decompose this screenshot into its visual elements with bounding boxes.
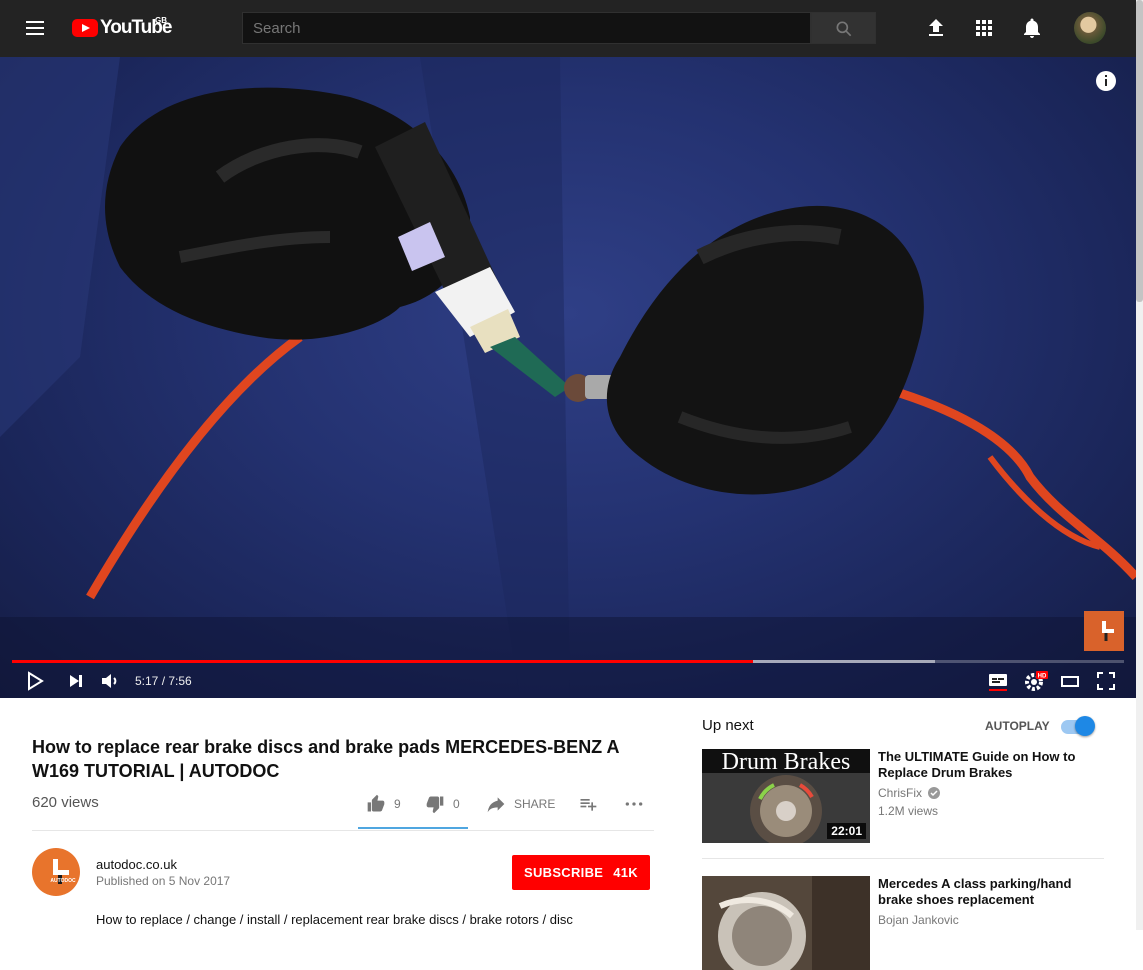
fullscreen-icon[interactable] [1094,669,1118,693]
autoplay-label: AUTOPLAY [985,719,1050,733]
thumbs-up-icon [367,794,385,812]
like-count: 9 [394,797,401,811]
region-code: GB [155,16,167,25]
add-to-playlist-button[interactable] [578,786,606,822]
play-icon[interactable] [22,669,46,693]
channel-avatar[interactable]: AUTODOC [32,848,80,896]
video-title: How to replace rear brake discs and brak… [32,737,619,781]
subscriber-count: 41K [613,865,638,880]
hd-badge: HD [1038,674,1047,680]
time-display: 5:17 / 7:56 [135,674,192,688]
subtitles-icon[interactable] [986,669,1010,693]
recommended-channel: Bojan Jankovic [878,913,959,927]
thumbs-down-icon [426,796,444,814]
divider [32,830,654,831]
progress-played [12,660,753,663]
theater-icon[interactable] [1058,669,1082,693]
more-actions-button[interactable] [624,786,652,822]
video-frame-illustration [0,57,1136,698]
share-label: SHARE [514,797,556,811]
channel-watermark[interactable] [1084,611,1124,651]
autodoc-logo-text: AUTODOC [50,878,76,884]
divider [702,858,1104,859]
recommended-channel: ChrisFix [878,786,941,800]
recommended-channel-name: ChrisFix [878,786,922,800]
up-next-heading: Up next [702,717,754,734]
more-icon [625,802,643,806]
scrollbar[interactable] [1136,0,1143,302]
dislike-count: 0 [453,797,460,811]
recommended-views: 1.2M views [878,804,939,818]
info-icon[interactable] [1095,70,1117,92]
bell-icon[interactable] [1020,16,1044,40]
publish-date: Published on 5 Nov 2017 [96,874,231,888]
progress-bar[interactable] [12,660,1124,663]
menu-icon[interactable] [24,18,48,38]
subscribe-label: SUBSCRIBE [523,865,604,880]
thumbnail-title-text: Drum Brakes [722,749,851,775]
video-player[interactable]: 5:17 / 7:56 HD [0,57,1136,698]
brake-shoes-thumbnail-image [702,876,870,970]
verified-icon [928,787,941,799]
next-icon[interactable] [64,669,88,693]
autoplay-toggle-knob [1075,716,1095,736]
video-duration: 22:01 [827,823,866,839]
volume-icon[interactable] [98,669,122,693]
youtube-play-logo-icon [72,19,98,37]
autoplay-toggle[interactable] [1059,716,1095,736]
view-count: 620 views [32,794,99,811]
recommended-title[interactable]: Mercedes A class parking/hand brake shoe… [878,876,1104,908]
sentiment-bar [358,827,468,829]
search-button[interactable] [811,12,876,44]
search-icon [836,21,852,37]
recommended-thumbnail[interactable] [702,876,870,970]
share-button[interactable]: SHARE [486,786,555,822]
masthead: YouTube GB [0,0,1143,57]
share-icon [487,797,505,813]
settings-icon[interactable]: HD [1022,669,1048,693]
apps-icon[interactable] [972,16,996,40]
user-avatar[interactable] [1074,12,1106,44]
video-description: How to replace / change / install / repl… [96,912,573,927]
upload-icon[interactable] [924,16,948,40]
dislike-button[interactable]: 0 [425,786,460,822]
like-button[interactable]: 9 [366,786,401,822]
search-input[interactable] [242,12,811,44]
channel-name[interactable]: autodoc.co.uk [96,857,177,872]
recommended-thumbnail[interactable]: Drum Brakes 22:01 [702,749,870,843]
recommended-title[interactable]: The ULTIMATE Guide on How to Replace Dru… [878,749,1104,781]
playlist-add-icon [580,799,597,811]
subscribe-button[interactable]: SUBSCRIBE 41K [512,855,650,890]
